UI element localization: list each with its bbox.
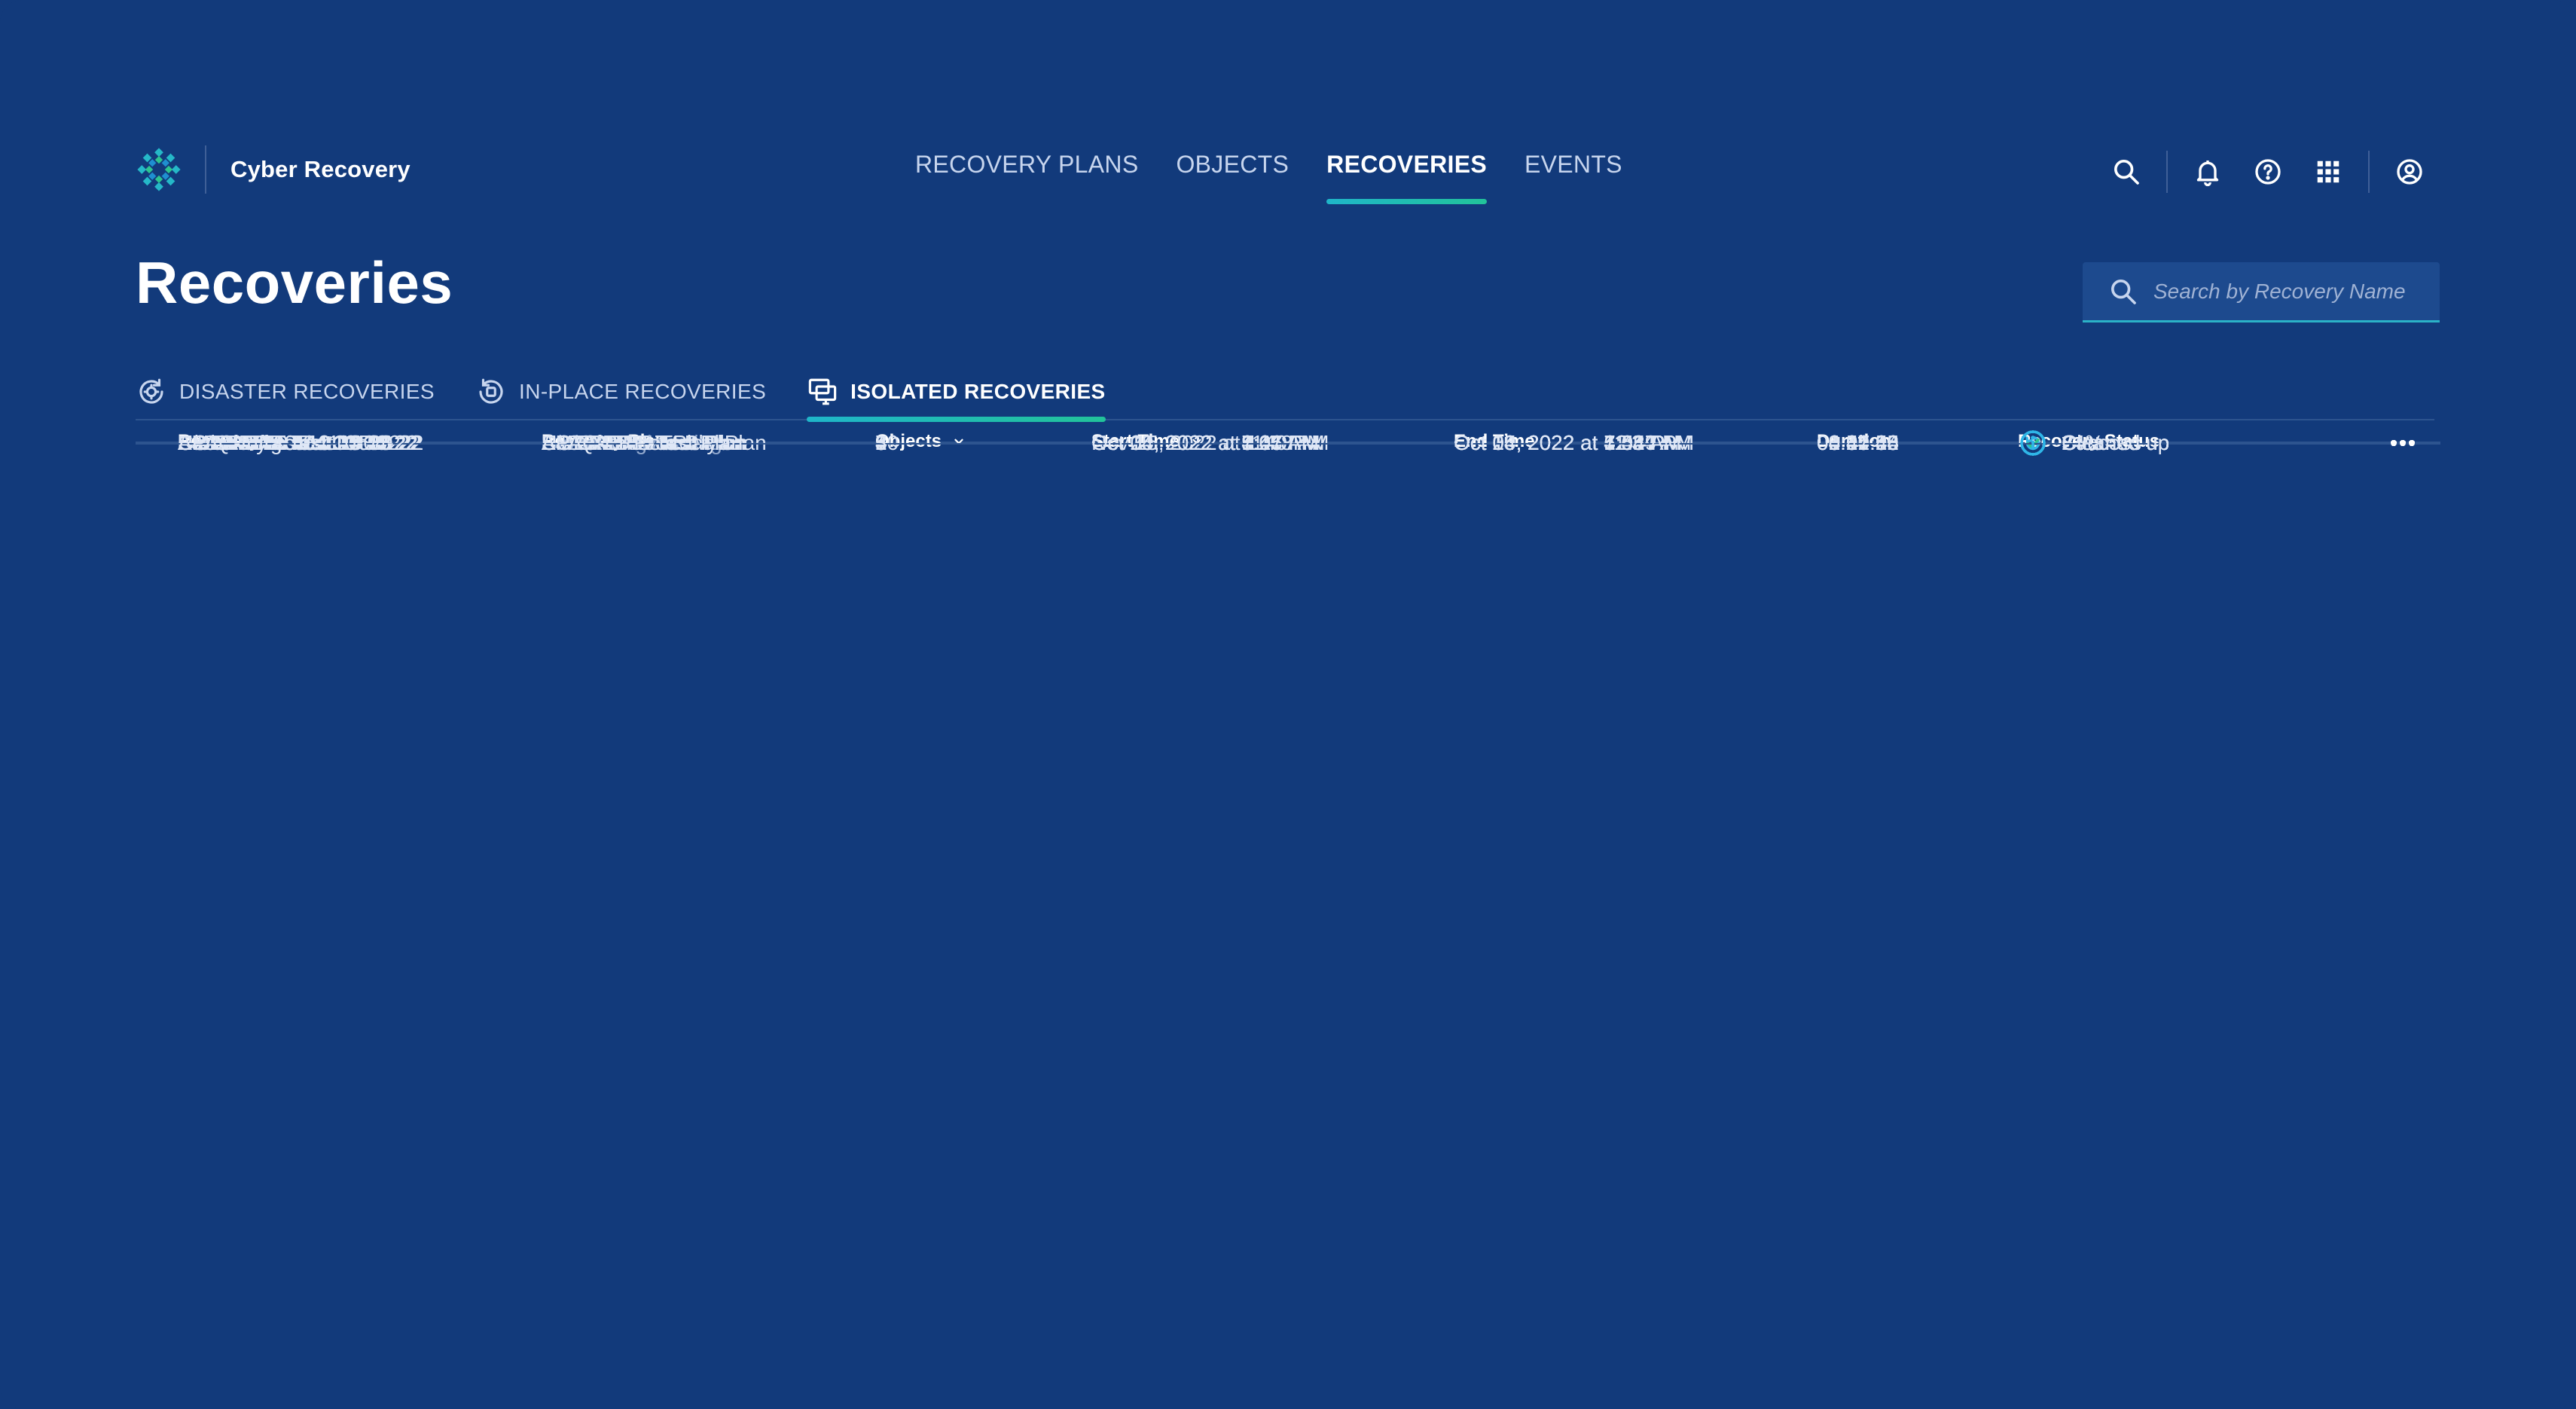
- page-title: Recoveries: [136, 249, 453, 316]
- tab-in-place-recoveries[interactable]: IN-PLACE RECOVERIES: [475, 365, 807, 419]
- chevron-down-icon: [954, 439, 963, 445]
- tab-isolated-recoveries[interactable]: ISOLATED RECOVERIES: [807, 365, 1106, 422]
- isolated-recovery-icon: [808, 378, 837, 405]
- tab-disaster-recoveries[interactable]: DISASTER RECOVERIES: [136, 365, 475, 419]
- utility-divider: [2166, 151, 2168, 193]
- nav-recovery-plans[interactable]: RECOVERY PLANS: [915, 151, 1138, 204]
- disaster-recovery-icon: [139, 378, 163, 404]
- search-icon[interactable]: [2109, 154, 2144, 189]
- info-icon: [2018, 428, 2048, 458]
- nav-events[interactable]: EVENTS: [1525, 151, 1622, 204]
- cell-plan[interactable]: APAC-ERP-Test-Plan: [542, 431, 743, 455]
- more-horizontal-icon: [2391, 440, 2415, 446]
- tab-label: DISASTER RECOVERIES: [179, 380, 435, 403]
- cell-recovery[interactable]: APAC-Infra Test 10-04-22: [178, 431, 417, 455]
- tab-label: IN-PLACE RECOVERIES: [519, 380, 767, 403]
- table-row[interactable]: APAC-Infra Test 10-04-22 APAC-ERP-Test-Pl…: [136, 430, 2440, 456]
- cell-start-time: Oct 04, 2022 at 7:07 AM: [1091, 431, 1319, 454]
- main-nav: RECOVERY PLANS OBJECTS RECOVERIES EVENTS: [915, 151, 1622, 204]
- status-label: Cleaned up: [2062, 431, 2170, 454]
- app-title: Cyber Recovery: [230, 156, 411, 182]
- table-body: SJC-ERP Test 11-15-22 SJC-ERP-Test-Plan 3 N…: [136, 430, 2440, 456]
- nav-objects[interactable]: OBJECTS: [1176, 151, 1289, 204]
- utility-bar: [2109, 151, 2427, 193]
- nav-recoveries[interactable]: RECOVERIES: [1326, 151, 1487, 204]
- brand: Cyber Recovery: [136, 143, 411, 196]
- row-more-actions-button[interactable]: [2380, 428, 2425, 458]
- search-box[interactable]: [2083, 262, 2440, 322]
- recoveries-table: Recovery Recovery Plan Objects Start Tim…: [136, 430, 2440, 456]
- help-icon[interactable]: [2251, 154, 2285, 189]
- in-place-recovery-icon: [479, 378, 503, 404]
- cell-status: Cleaned up: [2018, 428, 2169, 458]
- cyber-recovery-logo-icon: [137, 148, 181, 191]
- search-icon: [2111, 279, 2136, 304]
- user-account-icon[interactable]: [2392, 154, 2427, 189]
- recovery-type-tabs: DISASTER RECOVERIES IN-PLACE RECOVERIES …: [136, 365, 2434, 422]
- apps-grid-icon[interactable]: [2311, 154, 2346, 189]
- app-window: Cyber Recovery RECOVERY PLANS OBJECTS RE…: [0, 0, 2576, 1409]
- cell-objects: 3: [875, 431, 887, 454]
- cell-duration: 00:47:46: [1817, 431, 1899, 454]
- cell-end-time: Oct 04, 2022 at 7:54 AM: [1454, 431, 1681, 454]
- brand-divider: [205, 145, 206, 194]
- bell-icon[interactable]: [2190, 154, 2225, 189]
- utility-divider: [2368, 151, 2370, 193]
- search-input[interactable]: [2153, 279, 2425, 304]
- tab-label: ISOLATED RECOVERIES: [850, 380, 1106, 403]
